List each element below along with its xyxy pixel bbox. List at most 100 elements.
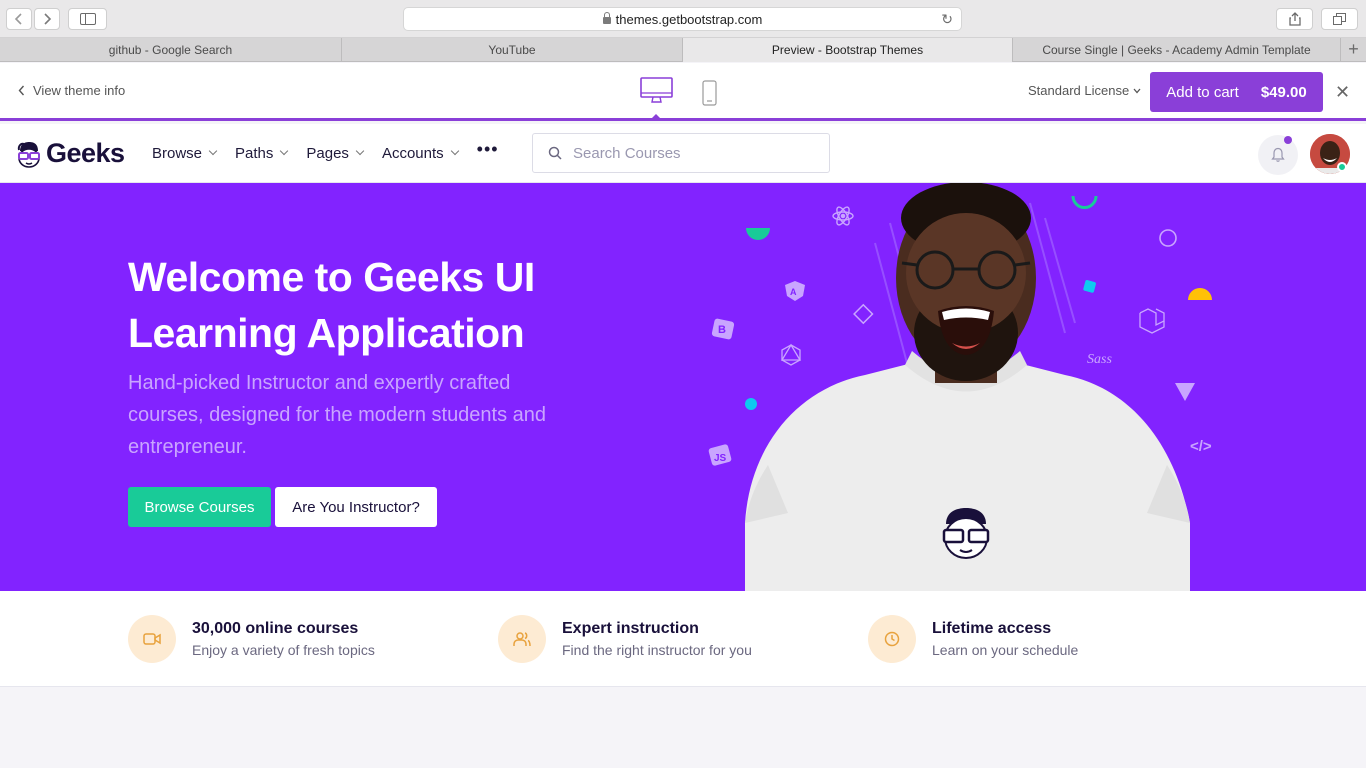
site-navbar: Geeks Browse Paths Pages Accounts ••• Se… [0, 124, 1366, 183]
close-icon[interactable]: ✕ [1335, 82, 1350, 103]
svg-text:JS: JS [714, 453, 727, 464]
shirt-logo-icon [942, 508, 990, 559]
menu-item-label: Paths [235, 145, 274, 162]
chevron-down-icon [1133, 88, 1141, 93]
browse-courses-button[interactable]: Browse Courses [128, 487, 271, 527]
reload-icon[interactable]: ↻ [941, 11, 953, 28]
chevron-left-icon [14, 13, 22, 25]
feature-text: 30,000 online courses Enjoy a variety of… [192, 620, 375, 658]
lock-icon [602, 11, 611, 24]
chevron-right-icon [44, 13, 52, 25]
gatsby-icon [1159, 229, 1177, 247]
yellow-half-circle-shape [1188, 288, 1212, 300]
menu-item-label: Pages [306, 145, 349, 162]
features-strip: 30,000 online courses Enjoy a variety of… [0, 591, 1366, 687]
browser-toolbar: themes.getbootstrap.com ↻ [0, 0, 1366, 38]
menu-item-paths[interactable]: Paths [235, 143, 289, 164]
hero-title-line1: Welcome to Geeks UI [128, 254, 535, 300]
add-to-cart-button[interactable]: Add to cart $49.00 [1150, 72, 1323, 112]
tab-course-single[interactable]: Course Single | Geeks - Academy Admin Te… [1013, 38, 1341, 62]
license-label: Standard License [1028, 83, 1130, 98]
hero-title: Welcome to Geeks UI Learning Application [128, 249, 648, 361]
users-icon [498, 615, 546, 663]
react-icon [832, 206, 854, 226]
forward-button[interactable] [34, 8, 60, 30]
desktop-view-icon[interactable] [640, 77, 673, 103]
hero-illustration: A B JS Sass </> [708, 183, 1212, 591]
add-to-cart-label: Add to cart [1166, 83, 1239, 101]
mobile-view-icon[interactable] [702, 80, 717, 106]
geeks-logo-icon [17, 141, 40, 168]
address-bar[interactable]: themes.getbootstrap.com ↻ [403, 7, 962, 31]
menu-more-button[interactable]: ••• [477, 139, 499, 164]
chevron-down-icon [450, 146, 459, 155]
chevron-down-icon [208, 146, 218, 155]
svg-text:B: B [718, 324, 726, 336]
new-tab-button[interactable]: + [1341, 38, 1366, 61]
sass-icon: Sass [1087, 352, 1112, 367]
cyan-dot-shape [745, 398, 757, 410]
green-half-circle-shape [746, 228, 770, 240]
feature-title: 30,000 online courses [192, 620, 359, 637]
feature-description: Find the right instructor for you [562, 642, 752, 658]
feature-text: Expert instruction Find the right instru… [562, 620, 752, 658]
logo-text: Geeks [46, 138, 125, 168]
online-status-indicator [1337, 162, 1347, 172]
tab-youtube[interactable]: YouTube [342, 38, 683, 62]
bell-icon [1271, 147, 1285, 162]
tabs-icon [1333, 13, 1346, 25]
main-menu: Browse Paths Pages Accounts ••• [152, 139, 518, 164]
theme-preview-bar: View theme info Standard License Add to … [0, 63, 1366, 121]
feature-expert-instruction: Expert instruction Find the right instru… [498, 615, 752, 663]
share-icon [1288, 12, 1301, 26]
menu-item-pages[interactable]: Pages [306, 143, 365, 164]
search-icon [548, 146, 562, 164]
feature-title: Lifetime access [932, 620, 1052, 637]
feature-description: Enjoy a variety of fresh topics [192, 642, 375, 658]
hero-section: Welcome to Geeks UI Learning Application… [0, 183, 1366, 591]
menu-item-browse[interactable]: Browse [152, 143, 218, 164]
notification-badge [1284, 136, 1292, 144]
hero-title-line2: Learning Application [128, 310, 525, 356]
tab-overview-button[interactable] [1321, 8, 1358, 30]
price-label: $49.00 [1260, 83, 1307, 101]
feature-text: Lifetime access Learn on your schedule [932, 620, 1078, 658]
graphql-icon [780, 343, 802, 366]
cyan-square-shape [1083, 280, 1096, 293]
active-device-indicator [652, 114, 660, 118]
view-theme-info-label: View theme info [33, 83, 126, 98]
laravel-icon [1139, 308, 1165, 334]
feature-description: Learn on your schedule [932, 642, 1079, 658]
tab-preview-bootstrap-themes[interactable]: Preview - Bootstrap Themes [683, 38, 1013, 62]
menu-item-label: Accounts [381, 145, 444, 162]
svg-text:A: A [790, 287, 797, 297]
license-dropdown[interactable]: Standard License [1028, 83, 1141, 98]
tab-github-search[interactable]: github - Google Search [0, 38, 342, 62]
search-placeholder: Search Courses [573, 144, 681, 162]
feature-online-courses: 30,000 online courses Enjoy a variety of… [128, 615, 375, 663]
diamond-shape [853, 303, 874, 325]
logo[interactable]: Geeks [15, 138, 125, 169]
chevron-left-icon [18, 85, 25, 96]
hero-subtitle: Hand-picked Instructor and expertly craf… [128, 372, 547, 458]
sidebar-toggle-button[interactable] [68, 8, 107, 30]
are-you-instructor-button[interactable]: Are You Instructor? [275, 487, 437, 527]
vue-icon [1175, 383, 1195, 401]
feature-title: Expert instruction [562, 620, 699, 637]
code-icon: </> [1190, 438, 1212, 455]
notifications-button[interactable] [1258, 135, 1298, 175]
search-input[interactable]: Search Courses [532, 133, 830, 173]
more-icon: ••• [476, 139, 499, 159]
chevron-down-icon [280, 146, 289, 155]
clock-icon [868, 615, 916, 663]
feature-lifetime-access: Lifetime access Learn on your schedule [868, 615, 1078, 663]
menu-item-accounts[interactable]: Accounts [381, 143, 459, 164]
back-button[interactable] [6, 8, 32, 30]
tab-bar: github - Google Search YouTube Preview -… [0, 38, 1366, 62]
view-theme-info-link[interactable]: View theme info [18, 83, 125, 98]
video-icon [128, 615, 176, 663]
sidebar-icon [79, 13, 96, 25]
share-button[interactable] [1276, 8, 1313, 30]
address-text: themes.getbootstrap.com [615, 11, 763, 27]
chevron-down-icon [355, 146, 365, 155]
